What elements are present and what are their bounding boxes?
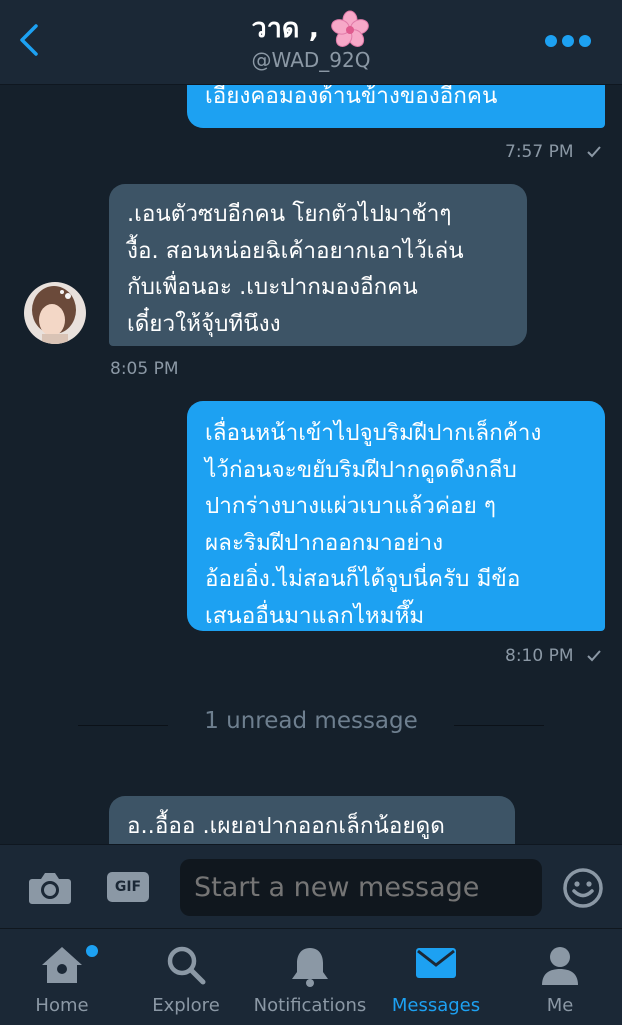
contact-name[interactable]: วาด , <box>0 6 622 50</box>
message-bubble-outgoing[interactable]: เลื่อนหน้าเข้าไปจูบริมฝีปากเล็กค้าง ไว้ก… <box>187 401 605 631</box>
camera-icon[interactable] <box>28 871 72 905</box>
conversation-header: วาด , @WAD_92Q <box>0 0 622 85</box>
message-timestamp: 8:10 PM <box>505 646 601 666</box>
timestamp-text: 7:57 PM <box>505 142 574 162</box>
smiley-icon[interactable] <box>562 867 604 909</box>
unread-divider-label: 1 unread message <box>204 708 418 734</box>
tab-home[interactable]: Home <box>0 929 124 1025</box>
message-timestamp: 7:57 PM <box>505 142 601 162</box>
tab-label: Me <box>546 995 574 1016</box>
tab-explore[interactable]: Explore <box>124 929 248 1025</box>
message-bubble-incoming[interactable]: อ..อื้ออ .เผยอปากออกเล็กน้อยดูด <box>109 796 515 844</box>
tab-label: Messages <box>391 995 481 1016</box>
avatar[interactable] <box>24 282 86 344</box>
search-icon <box>167 946 206 985</box>
message-bubble-incoming[interactable]: .เอนตัวซบอีกคน โยกตัวไปมาช้าๆ งื้อ. สอนห… <box>109 184 527 346</box>
message-thread[interactable]: เอียงคอมองด้านข้างของอีกคน 7:57 PM .เอนต… <box>0 84 622 844</box>
timestamp-text: 8:10 PM <box>505 646 574 666</box>
contact-name-text: วาด , <box>251 13 320 44</box>
tab-label: Home <box>35 995 89 1016</box>
tab-me[interactable]: Me <box>498 929 622 1025</box>
sent-check-icon <box>587 146 601 158</box>
envelope-icon <box>416 948 456 978</box>
contact-handle: @WAD_92Q <box>251 48 371 72</box>
tab-label: Explore <box>152 995 220 1016</box>
divider <box>454 725 544 726</box>
home-icon <box>42 947 82 983</box>
tab-bar: Home Explore Notifications Messages Me <box>0 928 622 1025</box>
message-timestamp: 8:05 PM <box>110 359 179 379</box>
person-icon <box>542 947 578 985</box>
cherry-blossom-icon <box>331 10 370 47</box>
more-dots-icon[interactable] <box>544 34 592 48</box>
gif-button[interactable]: GIF <box>107 872 149 902</box>
tab-label: Notifications <box>253 995 367 1016</box>
message-input[interactable] <box>180 859 542 916</box>
message-composer: GIF <box>0 844 622 929</box>
tab-messages[interactable]: Messages <box>374 929 498 1025</box>
avatar-image <box>24 282 86 344</box>
notification-badge <box>84 943 100 959</box>
message-bubble-outgoing[interactable]: เอียงคอมองด้านข้างของอีกคน <box>187 84 605 128</box>
tab-notifications[interactable]: Notifications <box>248 929 372 1025</box>
sent-check-icon <box>587 650 601 662</box>
bell-icon <box>292 948 328 987</box>
